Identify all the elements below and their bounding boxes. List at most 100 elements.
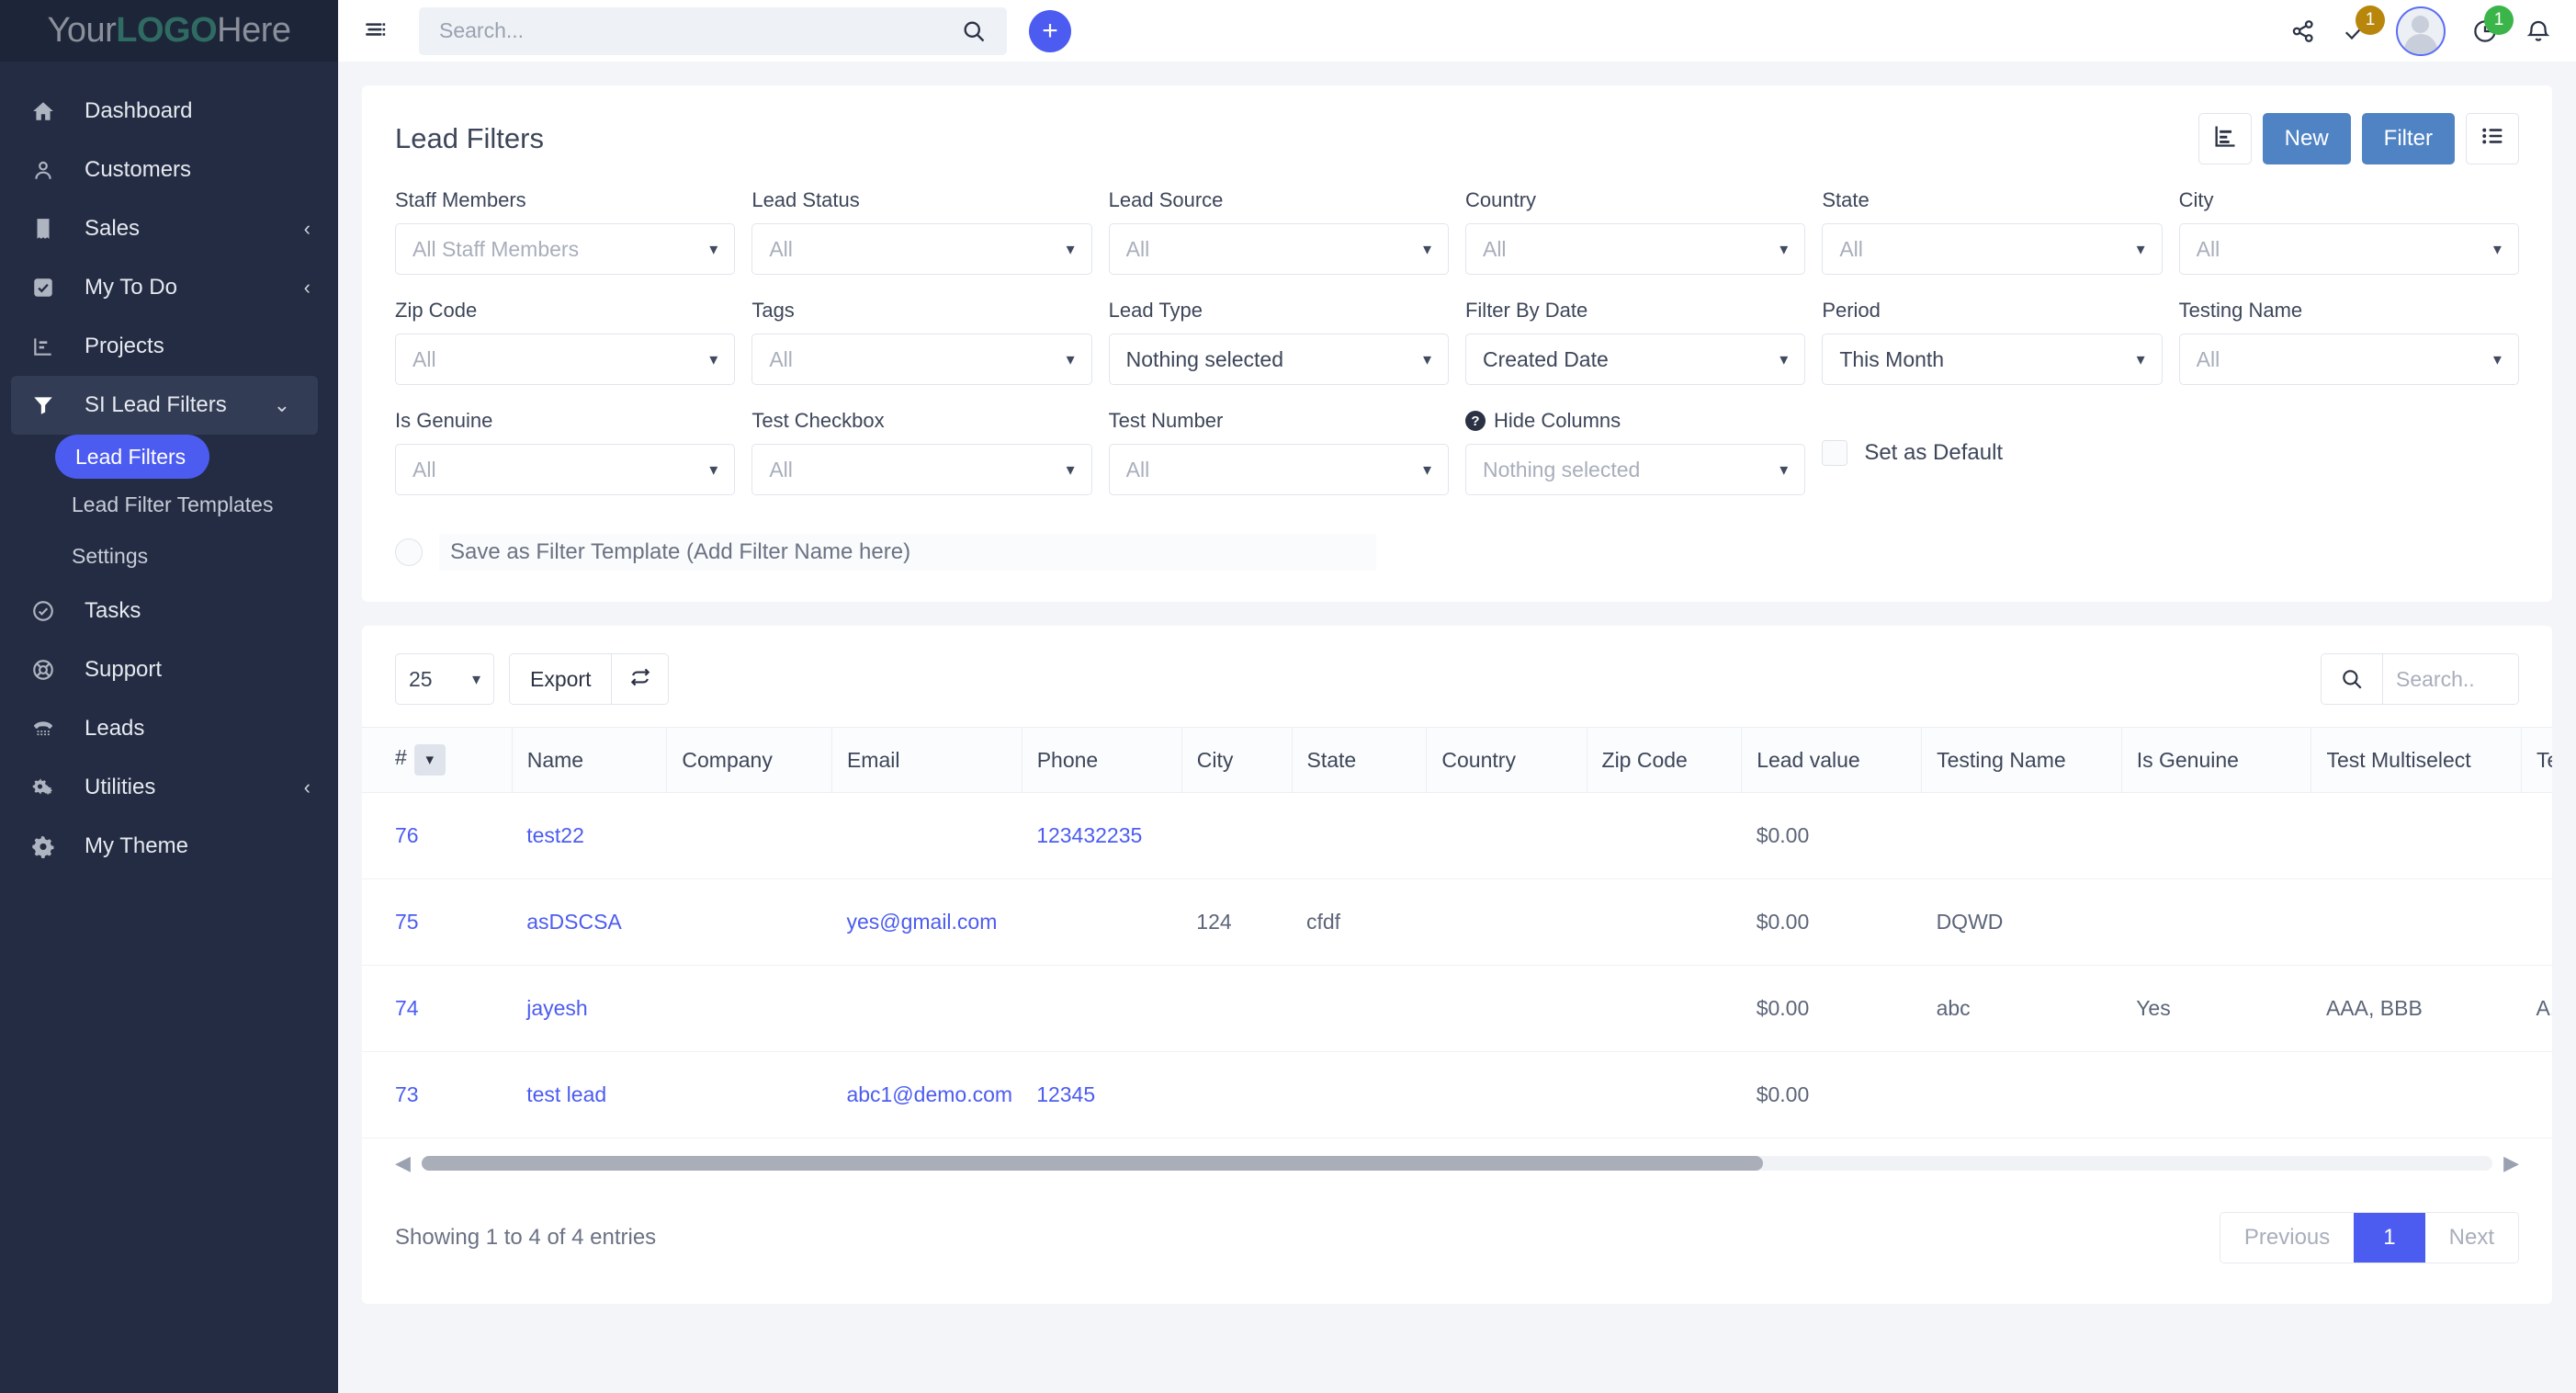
sidebar-item-dashboard[interactable]: Dashboard [0,82,338,141]
filter-select[interactable]: All ▾ [2178,334,2519,385]
brand-logo[interactable]: YourLOGOHere [0,0,338,62]
cell-id[interactable]: 74 [362,965,513,1052]
filter-select[interactable]: All ▾ [1464,223,1806,275]
filter-select[interactable]: Nothing selected ▾ [1464,444,1806,495]
avatar[interactable] [2396,6,2446,56]
bell-icon[interactable] [2525,17,2552,45]
column-header-name[interactable]: Name [512,727,668,793]
cell-name[interactable]: test22 [512,792,667,879]
column-header-country[interactable]: Country [1426,727,1587,793]
chevron-down-icon[interactable]: ⌄ [274,395,290,415]
chevron-left-icon[interactable]: ‹ [304,277,311,298]
pagination-previous[interactable]: Previous [2220,1213,2355,1263]
cell-id[interactable]: 73 [362,1051,513,1138]
column-header-state[interactable]: State [1292,727,1428,793]
filter-select[interactable]: This Month ▾ [1822,334,2163,385]
sidebar-item-support[interactable]: Support [0,640,338,699]
sidebar-item-lead-filters[interactable]: Lead Filters [55,435,210,479]
share-icon[interactable] [2289,17,2317,45]
search-icon[interactable] [961,18,987,44]
sidebar-item-lead-filter-templates[interactable]: Lead Filter Templates [0,479,338,530]
pagination-page-1[interactable]: 1 [2354,1213,2425,1263]
column-header-test-checkbox[interactable]: Test Checkbox [2521,727,2552,793]
menu-toggle-icon[interactable] [362,19,393,43]
cell-email[interactable] [831,792,1022,879]
page-length-select[interactable]: 25 ▾ [395,653,494,705]
pagination-next[interactable]: Next [2424,1213,2518,1263]
cell-email[interactable]: abc1@demo.com [831,1051,1022,1138]
filter-select[interactable]: Nothing selected ▾ [1108,334,1449,385]
new-button[interactable]: New [2262,113,2351,164]
search-input[interactable] [439,18,961,43]
sidebar-item-customers[interactable]: Customers [0,141,338,199]
cell-name[interactable]: jayesh [512,965,667,1052]
scrollbar-track[interactable] [421,1156,2493,1171]
tasks-check-icon[interactable]: 1 [2343,5,2385,45]
filter-select[interactable]: All ▾ [395,444,736,495]
table-search-input[interactable] [2382,654,2518,704]
column-header-is-genuine[interactable]: Is Genuine [2121,727,2312,793]
save-template-radio[interactable] [395,538,423,566]
sidebar-item-settings[interactable]: Settings [0,530,338,582]
cell-id[interactable]: 76 [362,792,513,879]
table-row[interactable]: 76 test22 123432235 $0.00 [362,792,2552,879]
sidebar-item-si-lead-filters[interactable]: SI Lead Filters ⌄ [11,376,318,435]
add-new-button[interactable]: + [1029,9,1071,52]
column-header-lead-value[interactable]: Lead value [1741,727,1923,793]
sidebar-item-projects[interactable]: Projects [0,317,338,376]
table-row[interactable]: 73 test lead abc1@demo.com 12345 $0.00 [362,1051,2552,1138]
sidebar-item-my-to-do[interactable]: My To Do ‹ [0,258,338,317]
timer-icon[interactable]: 1 [2471,5,2514,45]
column-header-email[interactable]: Email [831,727,1022,793]
scroll-left-icon[interactable]: ◀ [395,1151,411,1175]
filter-select[interactable]: All ▾ [751,444,1092,495]
cell-email[interactable] [831,965,1022,1052]
column-header-phone[interactable]: Phone [1022,727,1182,793]
list-view-button[interactable] [2466,113,2519,164]
cell-phone[interactable]: 123432235 [1022,792,1182,879]
filter-select[interactable]: All ▾ [751,334,1092,385]
sidebar-item-my-theme[interactable]: My Theme [0,817,338,876]
column-header-id[interactable]: # ▾ [362,727,513,793]
export-button[interactable]: Export [510,654,612,704]
filter-select[interactable]: All ▾ [395,334,736,385]
column-header-city[interactable]: City [1181,727,1293,793]
scrollbar-thumb[interactable] [421,1156,1763,1171]
set-as-default-checkbox[interactable] [1822,440,1848,466]
horizontal-scrollbar[interactable]: ◀ ▶ [362,1138,2552,1184]
sidebar-item-tasks[interactable]: Tasks [0,582,338,640]
set-as-default-group[interactable]: Set as Default [1822,409,2162,466]
help-icon[interactable]: ? [1464,411,1486,431]
cell-email[interactable]: yes@gmail.com [831,878,1022,966]
refresh-button[interactable] [611,654,669,704]
filter-template-name-input[interactable]: Save as Filter Template (Add Filter Name… [439,534,1376,571]
global-search[interactable] [419,6,1007,55]
filter-select[interactable]: All Staff Members ▾ [395,223,736,275]
chevron-left-icon[interactable]: ‹ [304,777,311,798]
table-row[interactable]: 74 jayesh $0.00 abc Yes AAA, BBB A [362,965,2552,1052]
cell-phone[interactable] [1022,878,1182,966]
sort-desc-icon[interactable]: ▾ [413,744,446,776]
sidebar-item-utilities[interactable]: Utilities ‹ [0,758,338,817]
cell-name[interactable]: asDSCSA [512,878,667,966]
cell-phone[interactable] [1022,965,1182,1052]
filter-select[interactable]: All ▾ [751,223,1092,275]
column-header-testing-name[interactable]: Testing Name [1921,727,2122,793]
cell-name[interactable]: test lead [512,1051,667,1138]
filter-select[interactable]: All ▾ [2178,223,2519,275]
filter-select[interactable]: Created Date ▾ [1464,334,1806,385]
filter-select[interactable]: All ▾ [1822,223,2163,275]
filter-select[interactable]: All ▾ [1108,223,1449,275]
filter-select[interactable]: All ▾ [1108,444,1449,495]
filter-button[interactable]: Filter [2361,113,2455,164]
sidebar-item-leads[interactable]: Leads [0,699,338,758]
table-search-icon[interactable] [2322,654,2382,704]
table-row[interactable]: 75 asDSCSA yes@gmail.com 124 cfdf $0.00 [362,878,2552,966]
scroll-right-icon[interactable]: ▶ [2503,1151,2519,1175]
chevron-left-icon[interactable]: ‹ [304,219,311,239]
column-header-company[interactable]: Company [666,727,832,793]
chart-view-button[interactable] [2198,113,2252,164]
column-header-test-multiselect[interactable]: Test Multiselect [2310,727,2522,793]
sidebar-item-sales[interactable]: Sales ‹ [0,199,338,258]
cell-id[interactable]: 75 [362,878,513,966]
